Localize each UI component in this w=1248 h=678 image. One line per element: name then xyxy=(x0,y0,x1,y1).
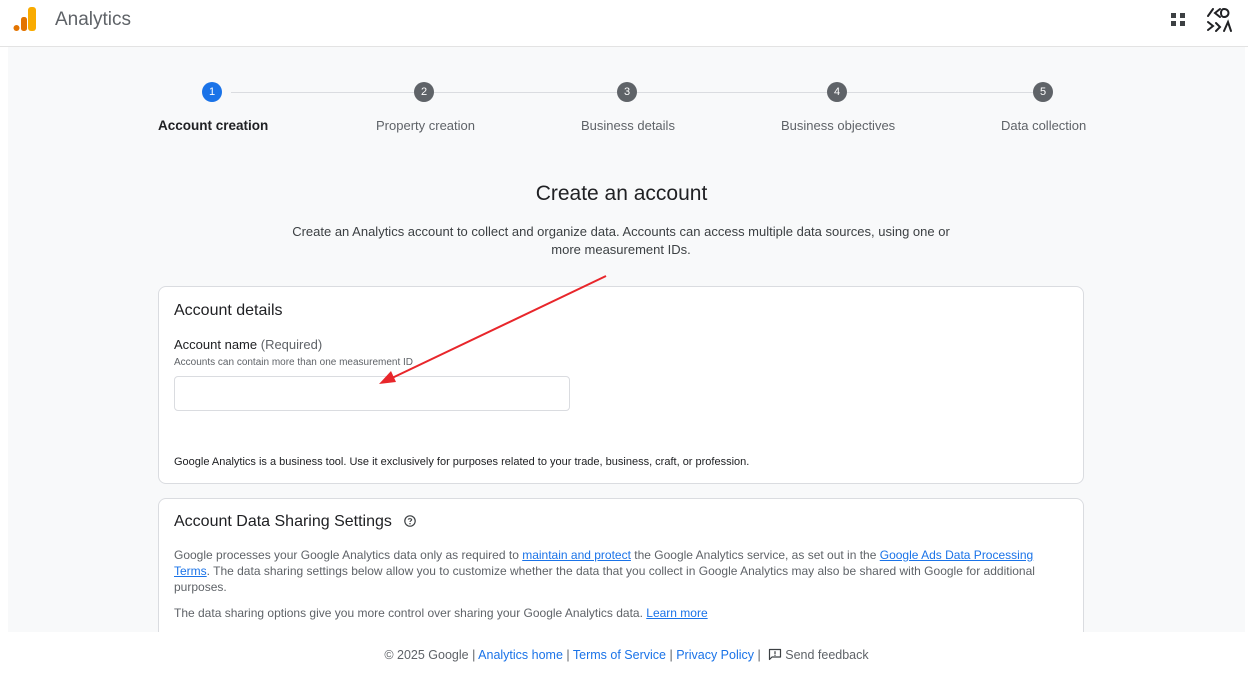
step-5-indicator: 5 xyxy=(1033,82,1053,102)
data-sharing-description: Google processes your Google Analytics d… xyxy=(174,547,1064,595)
main-content: 1 2 3 4 5 Account creation Property crea… xyxy=(8,47,1245,672)
app-title: Analytics xyxy=(55,9,132,30)
step-connector xyxy=(847,92,1033,93)
footer-separator: | xyxy=(566,648,570,662)
page-description: Create an Analytics account to collect a… xyxy=(292,224,950,257)
account-name-label-text: Account name xyxy=(174,337,258,352)
footer-separator: | xyxy=(472,648,476,662)
step-label-account-creation: Account creation xyxy=(158,118,269,133)
analytics-logo-icon[interactable] xyxy=(13,7,41,33)
maintain-and-protect-link[interactable]: maintain and protect xyxy=(522,548,631,562)
business-use-note: Google Analytics is a business tool. Use… xyxy=(174,456,750,468)
analytics-home-link[interactable]: Analytics home xyxy=(478,648,563,662)
top-app-bar: Analytics xyxy=(0,0,1248,47)
feedback-icon[interactable] xyxy=(768,648,782,661)
data-sharing-options-text: The data sharing options give you more c… xyxy=(174,606,708,620)
account-avatar-icon[interactable] xyxy=(1206,6,1234,34)
data-sharing-title-text: Account Data Sharing Settings xyxy=(174,513,392,530)
step-connector xyxy=(231,92,414,93)
sharing-options-text: The data sharing options give you more c… xyxy=(174,606,647,620)
step-2-indicator: 2 xyxy=(414,82,434,102)
copyright-text: © 2025 Google xyxy=(384,648,469,662)
step-label-property-creation: Property creation xyxy=(376,118,475,133)
step-label-data-collection: Data collection xyxy=(1001,118,1087,133)
terms-of-service-link[interactable]: Terms of Service xyxy=(573,648,666,662)
privacy-policy-link[interactable]: Privacy Policy xyxy=(676,648,754,662)
help-circle-icon[interactable] xyxy=(404,515,417,527)
account-name-help-text: Accounts can contain more than one measu… xyxy=(174,357,414,368)
step-label-business-objectives: Business objectives xyxy=(781,118,896,133)
account-details-card: Account details Account name (Required) … xyxy=(158,286,1084,484)
data-sharing-title: Account Data Sharing Settings xyxy=(174,513,417,531)
sharing-text-2: the Google Analytics service, as set out… xyxy=(630,548,880,562)
account-name-input[interactable] xyxy=(174,376,570,411)
step-label-business-details: Business details xyxy=(581,118,675,133)
page-footer: © 2025 Google | Analytics home | Terms o… xyxy=(8,632,1245,672)
footer-separator: | xyxy=(669,648,673,662)
apps-grid-icon[interactable] xyxy=(1170,11,1186,27)
footer-separator: | xyxy=(757,648,761,662)
account-details-title: Account details xyxy=(174,302,283,319)
send-feedback-link[interactable]: Send feedback xyxy=(785,648,868,662)
learn-more-link[interactable]: Learn more xyxy=(646,606,707,620)
step-connector xyxy=(637,92,827,93)
step-1-indicator: 1 xyxy=(202,82,222,102)
step-3-indicator: 3 xyxy=(617,82,637,102)
sharing-text-1: Google processes your Google Analytics d… xyxy=(174,548,523,562)
step-4-indicator: 4 xyxy=(827,82,847,102)
sharing-text-3: . The data sharing settings below allow … xyxy=(174,564,1035,594)
page-title: Create an account xyxy=(535,182,708,205)
step-connector xyxy=(434,92,617,93)
account-name-label: Account name (Required) xyxy=(174,337,322,352)
required-marker: (Required) xyxy=(260,337,323,352)
